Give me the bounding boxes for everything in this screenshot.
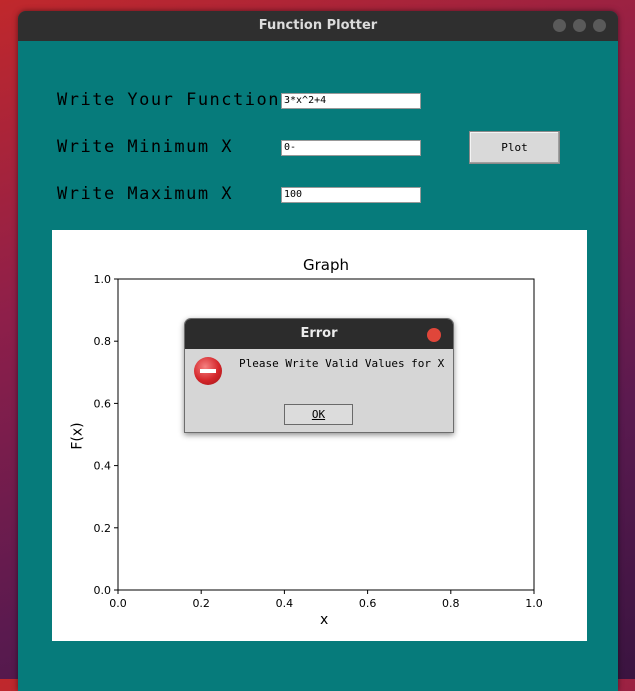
plot-canvas: Graph 0.0 0.2 0.4 0.6 0.8 1.0 0.0 0.2 0.4 0.6 0.8 1… xyxy=(52,230,587,641)
y-tick-label: 0.4 xyxy=(94,460,112,473)
x-axis-label: x xyxy=(320,612,329,628)
y-axis-label: F(x) xyxy=(69,422,86,450)
min-x-input[interactable]: 0- xyxy=(281,140,421,156)
y-tick-label: 0.8 xyxy=(94,335,112,348)
y-tick-label: 0.0 xyxy=(94,584,112,597)
max-x-label: Write Maximum X xyxy=(57,184,234,204)
dialog-close-icon[interactable] xyxy=(427,328,441,342)
chart-axes: 0.0 0.2 0.4 0.6 0.8 1.0 0.0 0.2 0.4 0.6 0.8 1.0 xyxy=(94,273,543,610)
window-title: Function Plotter xyxy=(258,18,378,33)
error-dialog: Error Please Write Valid Values for X OK xyxy=(184,318,454,433)
title-bar[interactable]: Function Plotter xyxy=(18,11,618,41)
function-label: Write Your Function xyxy=(57,90,280,110)
x-tick-label: 0.6 xyxy=(359,597,377,610)
ok-button[interactable]: OK xyxy=(284,404,353,425)
x-tick-label: 0.2 xyxy=(192,597,210,610)
ok-button-label: OK xyxy=(311,408,326,421)
min-x-label: Write Minimum X xyxy=(57,137,234,157)
max-x-input[interactable]: 100 xyxy=(281,187,421,203)
minimize-button[interactable] xyxy=(553,19,566,32)
maximize-button[interactable] xyxy=(573,19,586,32)
dialog-title-bar[interactable]: Error xyxy=(185,319,453,349)
x-tick-label: 0.0 xyxy=(109,597,127,610)
dialog-title: Error xyxy=(300,326,338,341)
x-tick-label: 1.0 xyxy=(525,597,543,610)
error-message: Please Write Valid Values for X xyxy=(239,357,445,370)
function-input[interactable]: 3*x^2+4 xyxy=(281,93,421,109)
close-button[interactable] xyxy=(593,19,606,32)
error-icon xyxy=(194,357,222,385)
x-tick-label: 0.4 xyxy=(276,597,294,610)
y-tick-label: 0.6 xyxy=(94,397,112,410)
plot-button[interactable]: Plot xyxy=(469,131,560,164)
x-tick-label: 0.8 xyxy=(442,597,460,610)
y-tick-label: 1.0 xyxy=(94,273,112,286)
y-tick-label: 0.2 xyxy=(94,522,112,535)
